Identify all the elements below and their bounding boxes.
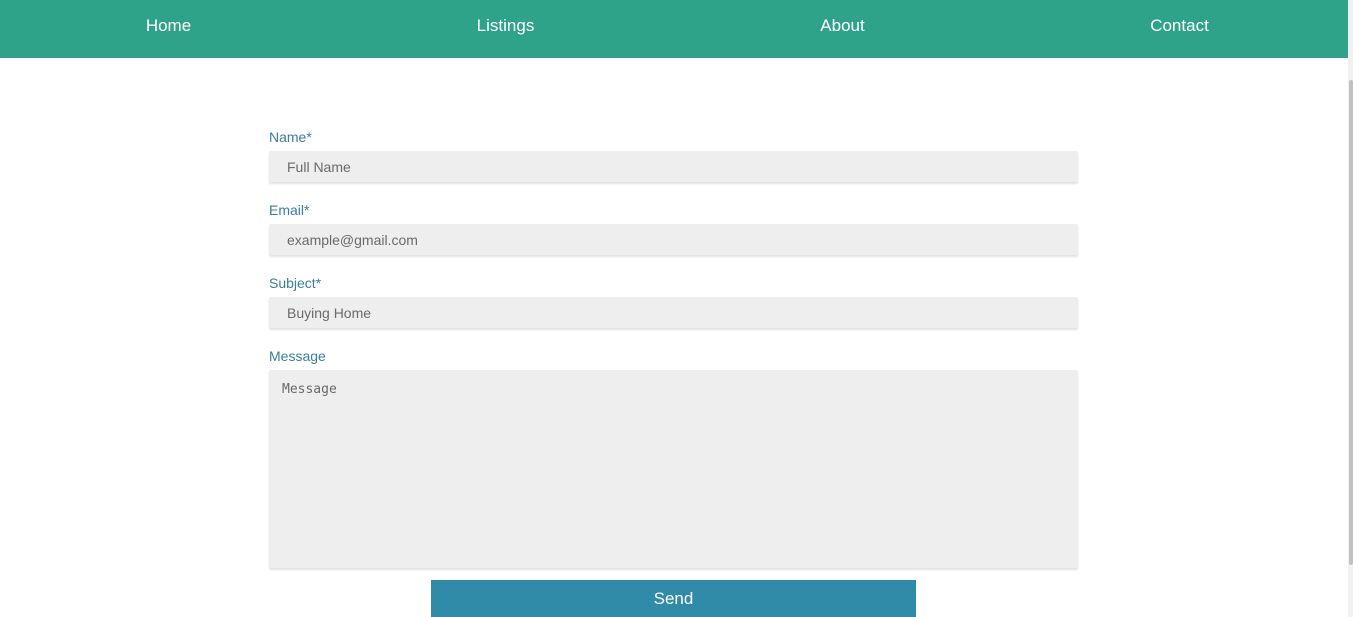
page-scrollbar[interactable]: [1348, 0, 1353, 617]
nav-link-contact[interactable]: Contact: [1011, 16, 1348, 36]
subject-field[interactable]: [269, 297, 1078, 328]
message-label: Message: [269, 348, 326, 364]
scrollbar-thumb[interactable]: [1349, 80, 1353, 565]
name-label: Name*: [269, 129, 312, 145]
email-label: Email*: [269, 202, 310, 218]
nav-link-home[interactable]: Home: [0, 16, 337, 36]
email-field[interactable]: [269, 224, 1078, 255]
send-button[interactable]: Send: [431, 580, 916, 617]
message-field[interactable]: [269, 370, 1078, 568]
contact-form: Name* Email* Subject* Message: [269, 128, 1078, 568]
nav-link-listings[interactable]: Listings: [337, 16, 674, 36]
subject-label: Subject*: [269, 275, 322, 291]
name-field[interactable]: [269, 151, 1078, 182]
top-navbar: Home Listings About Contact: [0, 0, 1348, 58]
contact-page: Home Listings About Contact Name* Email*…: [0, 0, 1353, 617]
nav-link-about[interactable]: About: [674, 16, 1011, 36]
